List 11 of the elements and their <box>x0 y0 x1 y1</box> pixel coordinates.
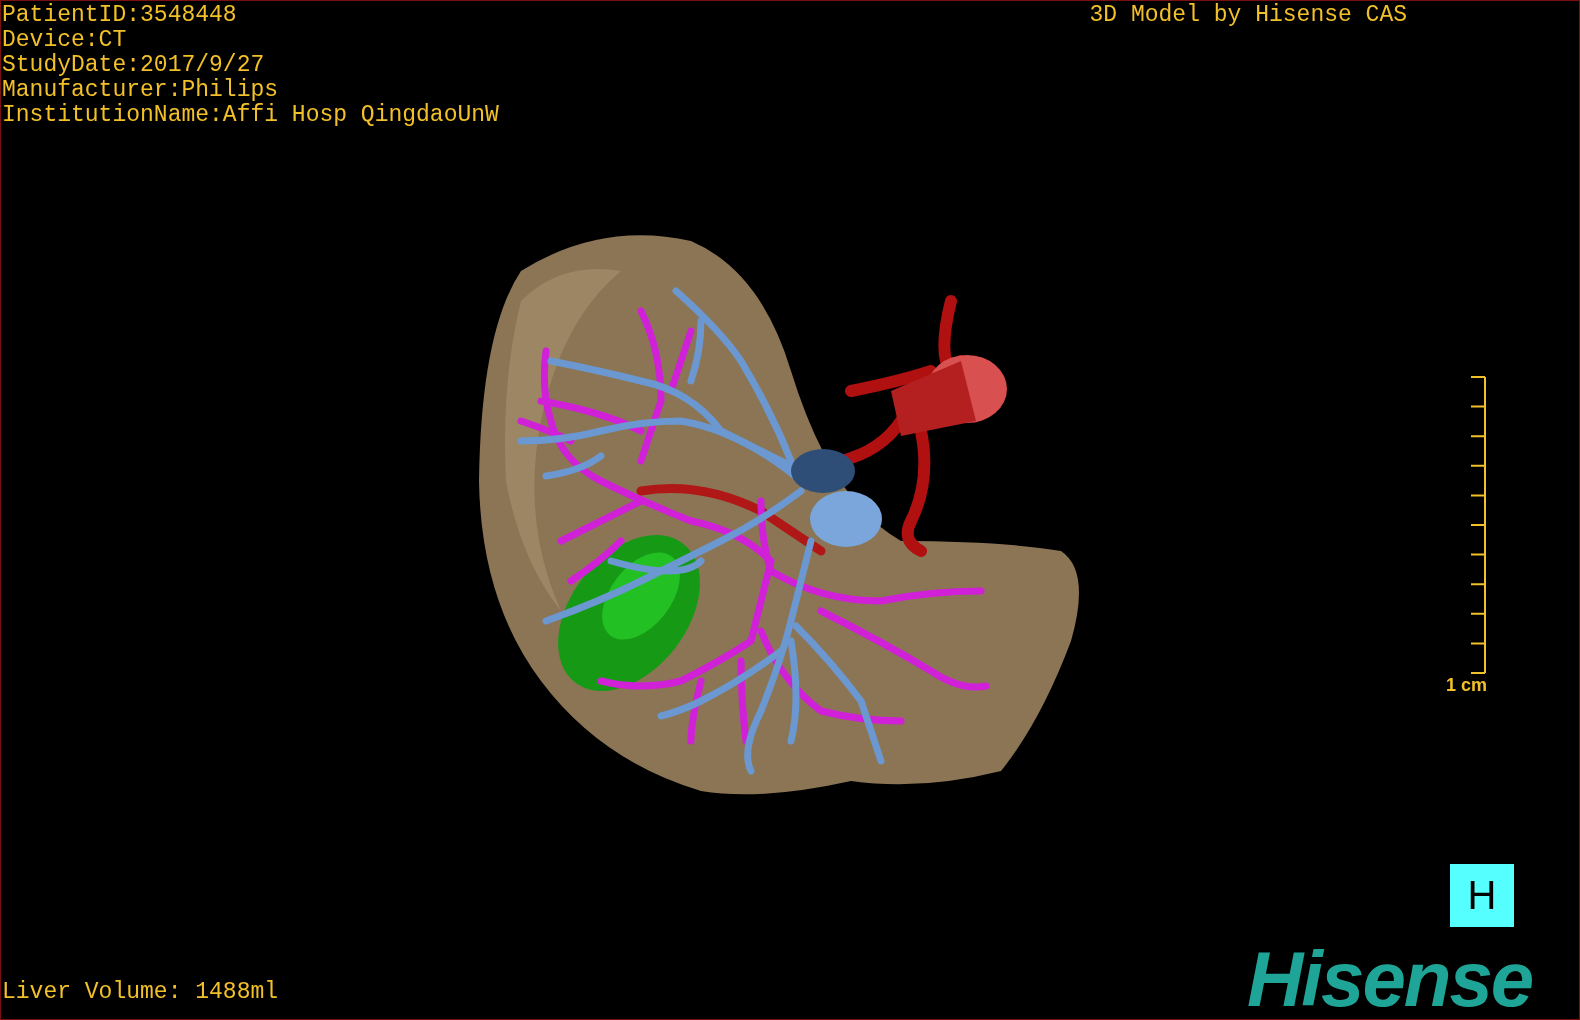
info-text: Device:CT <box>2 28 128 53</box>
brand-logo: Hisense <box>1247 939 1533 1019</box>
scale-label: 1 cm <box>1446 675 1488 696</box>
viewer-title: 3D Model by Hisense CAS <box>1089 3 1407 30</box>
info-text: PatientID:3548448 <box>2 3 238 28</box>
liver-volume-text: Liver Volume: 1488ml <box>2 979 279 1005</box>
info-text: InstitutionName:Affi Hosp QingdaoUnW <box>2 103 499 128</box>
scale-bar-icon <box>1469 375 1488 675</box>
info-text: Manufacturer:Philips <box>2 78 280 103</box>
info-text: StudyDate:2017/9/27 <box>2 53 266 78</box>
view-orientation-button[interactable]: H <box>1450 864 1514 927</box>
